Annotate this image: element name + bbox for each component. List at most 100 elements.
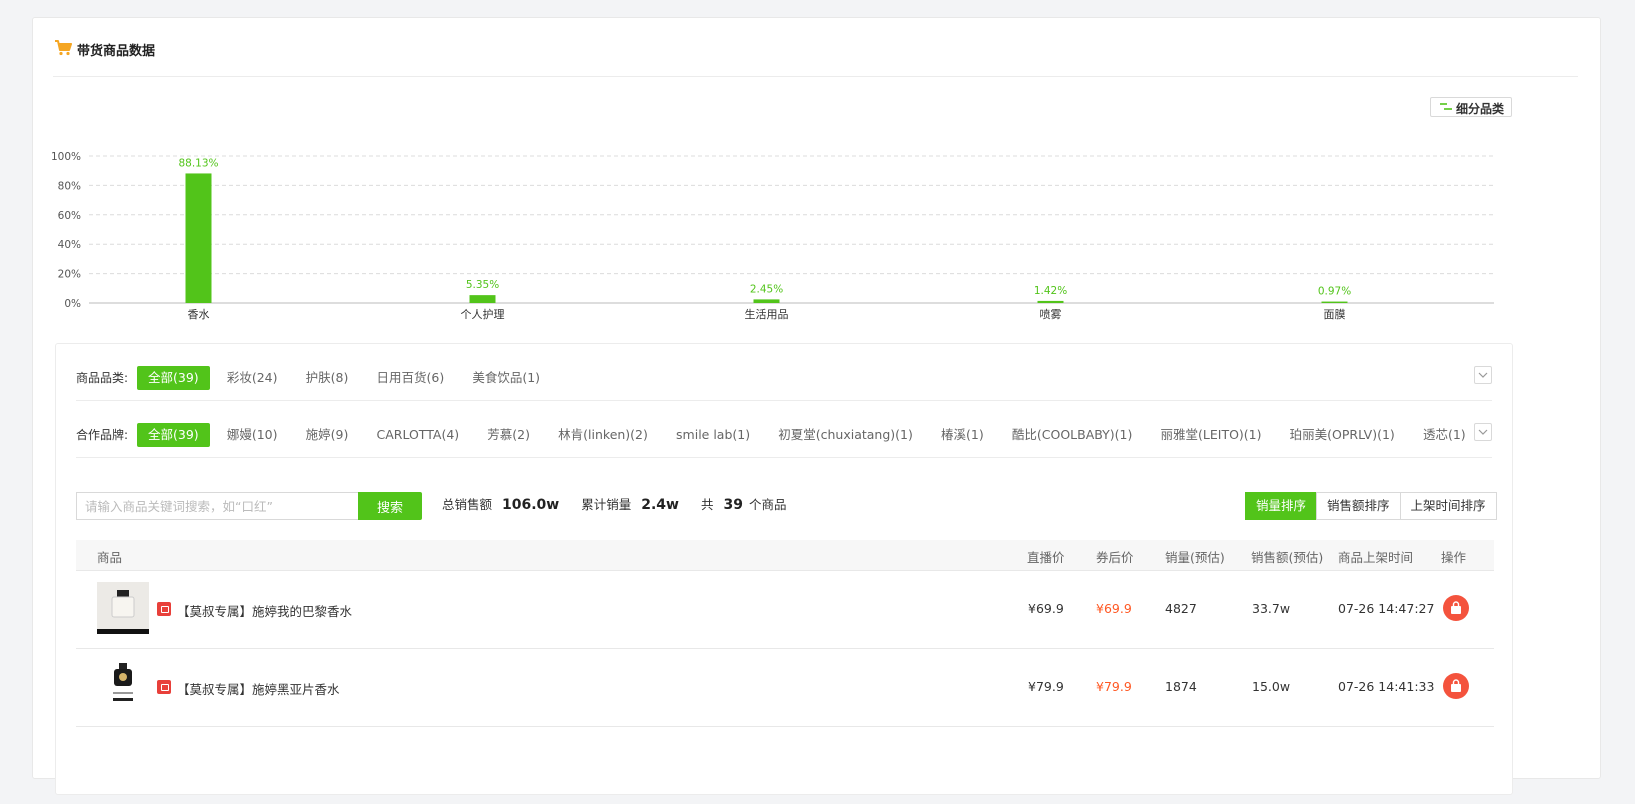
subcategory-button-label: 细分品类 <box>1456 102 1505 116</box>
col-coupon-price: 券后价 <box>1096 550 1134 565</box>
brand-option[interactable]: 芳慕(2) <box>476 423 541 447</box>
brand-option[interactable]: 娜嫚(10) <box>216 423 289 447</box>
chevron-down-icon <box>1478 429 1488 435</box>
sort-group: 销量排序 销售额排序 上架时间排序 <box>1245 492 1497 520</box>
brand-option[interactable]: 椿溪(1) <box>930 423 995 447</box>
y-tick-label: 60% <box>58 210 81 222</box>
col-product: 商品 <box>97 550 123 565</box>
brand-filter-row: 合作品牌: 全部(39) 娜嫚(10) 施婷(9) CARLOTTA(4) 芳慕… <box>76 401 1492 458</box>
product-thumbnail[interactable] <box>97 738 149 790</box>
sales-amount: 33.7w <box>1252 601 1291 616</box>
sort-by-time-button[interactable]: 上架时间排序 <box>1399 492 1497 520</box>
category-filter-label: 商品品类: <box>76 371 129 385</box>
bar <box>469 295 496 303</box>
bar <box>185 173 212 303</box>
card-header: 带货商品数据 <box>53 18 1578 77</box>
perfume-bottle-image <box>97 660 149 712</box>
chevron-down-icon <box>1478 372 1488 378</box>
category-option-all[interactable]: 全部(39) <box>137 366 210 390</box>
product-search-input[interactable] <box>76 492 358 520</box>
brand-option[interactable]: smile lab(1) <box>665 423 761 447</box>
listed-time: 07-26 14:41:33 <box>1338 679 1435 694</box>
category-option-daily[interactable]: 日用百货(6) <box>365 366 455 390</box>
bar <box>753 299 780 303</box>
col-volume[interactable]: 销量(预估) <box>1165 547 1225 566</box>
col-live-price: 直播价 <box>1027 550 1065 565</box>
col-listed-time[interactable]: 商品上架时间 <box>1338 547 1413 566</box>
sort-by-sales-button[interactable]: 销售额排序 <box>1316 492 1401 520</box>
category-option-food[interactable]: 美食饮品(1) <box>461 366 551 390</box>
brand-option[interactable]: 酷比(COOLBABY)(1) <box>1001 423 1143 447</box>
brand-option[interactable]: 全部(39) <box>137 423 210 447</box>
category-option-makeup[interactable]: 彩妆(24) <box>216 366 289 390</box>
x-tick-label: 香水 <box>188 308 210 321</box>
brand-option[interactable]: 初夏堂(chuxiatang)(1) <box>767 423 924 447</box>
x-tick-label: 面膜 <box>1324 308 1346 321</box>
brand-option[interactable]: 林肯(linken)(2) <box>547 423 659 447</box>
brand-option[interactable]: 珀丽美(OPRLV)(1) <box>1279 423 1406 447</box>
table-row: 【莫叔专属】施婷我的巴黎香水 ¥69.9 ¥69.9 4827 33.7w 07… <box>76 570 1494 649</box>
x-tick-label: 生活用品 <box>745 307 789 321</box>
data-label: 88.13% <box>178 157 218 169</box>
brand-expand-button[interactable] <box>1474 423 1492 441</box>
live-price: ¥69.9 <box>1028 601 1064 616</box>
cum-volume-label: 累计销量 <box>581 497 632 512</box>
product-name[interactable]: 【莫叔专属】施婷黑亚片香水 <box>177 679 340 698</box>
cum-volume-value: 2.4w <box>641 497 679 513</box>
count-prefix: 共 <box>700 497 714 512</box>
filter-lines-icon <box>1440 103 1452 110</box>
brand-filter-label: 合作品牌: <box>76 428 129 442</box>
product-count: 39 <box>723 497 743 513</box>
filter-panel: 商品品类: 全部(39) 彩妆(24) 护肤(8) 日用百货(6) 美食饮品(1… <box>55 343 1513 795</box>
search-button[interactable]: 搜索 <box>358 492 422 520</box>
brand-option[interactable]: 透芯(1) <box>1412 423 1477 447</box>
shopping-bag-button[interactable] <box>1443 673 1469 699</box>
category-option-skincare[interactable]: 护肤(8) <box>295 366 360 390</box>
total-sales-label: 总销售额 <box>442 497 493 512</box>
douyin-store-icon <box>157 602 171 616</box>
y-tick-label: 20% <box>58 269 81 281</box>
data-label: 0.97% <box>1318 286 1351 298</box>
sales-volume: 1874 <box>1165 679 1197 694</box>
x-tick-label: 个人护理 <box>461 307 505 321</box>
douyin-store-icon <box>157 680 171 694</box>
bar <box>1321 301 1348 303</box>
y-tick-label: 80% <box>58 180 81 192</box>
brand-option[interactable]: 施婷(9) <box>295 423 360 447</box>
shopping-bag-icon <box>1451 601 1461 614</box>
shopping-cart-icon <box>55 40 72 56</box>
y-tick-label: 40% <box>58 239 81 251</box>
sales-stats: 总销售额 106.0w 累计销量 2.4w 共 39 个商品 <box>442 494 787 513</box>
shopping-bag-icon <box>1451 679 1461 692</box>
product-data-card: 带货商品数据 细分品类 0% 20% 40% 60% 80% 100% 88.13% 香水 5.… <box>32 17 1601 795</box>
category-expand-button[interactable] <box>1474 366 1492 384</box>
coupon-price: ¥69.9 <box>1096 601 1132 616</box>
data-label: 2.45% <box>750 283 783 295</box>
product-thumbnail[interactable] <box>97 582 149 634</box>
brand-options: 全部(39) 娜嫚(10) 施婷(9) CARLOTTA(4) 芳慕(2) 林肯… <box>137 423 1479 447</box>
total-sales-value: 106.0w <box>502 497 560 513</box>
data-label: 1.42% <box>1034 285 1067 297</box>
brand-option[interactable]: CARLOTTA(4) <box>365 423 470 447</box>
category-share-chart: 0% 20% 40% 60% 80% 100% 88.13% 香水 5.35% 个人护理 2.45%… <box>51 151 1494 321</box>
shopping-bag-button[interactable] <box>1443 595 1469 621</box>
x-tick-label: 喷雾 <box>1040 308 1062 321</box>
col-action: 操作 <box>1441 550 1467 565</box>
product-name[interactable]: 【莫叔专属】施婷我的巴黎香水 <box>177 601 352 620</box>
product-thumbnail[interactable] <box>97 660 149 712</box>
count-suffix: 个商品 <box>748 497 787 512</box>
subcategory-button[interactable]: 细分品类 <box>1430 97 1512 117</box>
sales-volume: 4827 <box>1165 601 1197 616</box>
table-header: 商品 直播价 券后价 销量(预估) 销售额(预估) 商品上架时间 操作 <box>76 540 1494 571</box>
brand-option[interactable]: 丽雅堂(LEITO)(1) <box>1150 423 1273 447</box>
sales-amount: 15.0w <box>1252 679 1291 694</box>
table-row: 【莫叔专属】施婷黑亚片香水 ¥79.9 ¥79.9 1874 15.0w 07-… <box>76 648 1494 727</box>
live-price: ¥79.9 <box>1028 679 1064 694</box>
category-filter-row: 商品品类: 全部(39) 彩妆(24) 护肤(8) 日用百货(6) 美食饮品(1… <box>76 344 1492 401</box>
table-row <box>76 726 1494 804</box>
coupon-price: ¥79.9 <box>1096 679 1132 694</box>
col-sales[interactable]: 销售额(预估) <box>1251 547 1323 566</box>
y-tick-label: 0% <box>64 298 81 310</box>
sort-by-volume-button[interactable]: 销量排序 <box>1245 492 1318 520</box>
data-label: 5.35% <box>466 279 499 291</box>
